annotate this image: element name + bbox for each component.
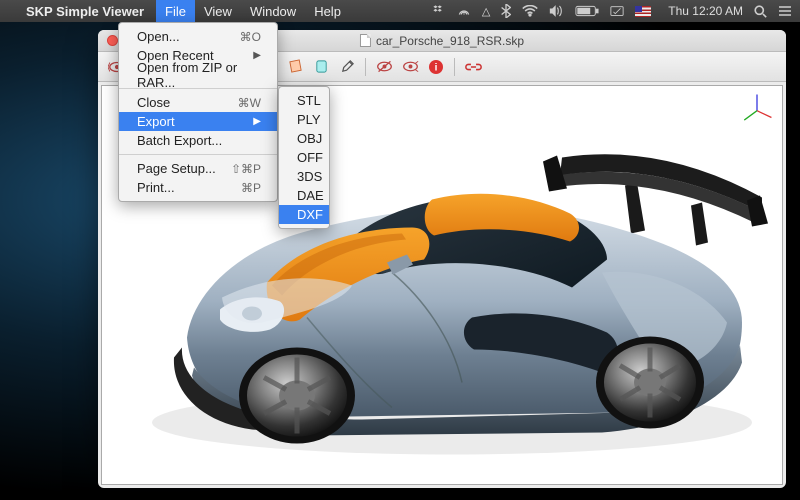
- file-menu-print[interactable]: Print...⌘P: [119, 178, 277, 197]
- flag-icon[interactable]: [635, 6, 651, 17]
- dropbox-icon[interactable]: [432, 4, 446, 18]
- battery-icon[interactable]: [575, 5, 599, 17]
- close-button[interactable]: [107, 35, 118, 46]
- mac-menubar: SKP Simple Viewer File View Window Help …: [0, 0, 800, 22]
- export-submenu: STL PLY OBJ OFF 3DS DAE DXF: [278, 86, 330, 229]
- color-icon[interactable]: [310, 56, 332, 78]
- document-icon: [360, 34, 371, 47]
- axis-gizmo: [740, 92, 774, 126]
- menu-separator: [119, 154, 277, 155]
- window-title: car_Porsche_918_RSR.skp: [360, 34, 524, 48]
- export-dxf[interactable]: DXF: [279, 205, 329, 224]
- volume-icon[interactable]: [549, 5, 564, 17]
- export-ply[interactable]: PLY: [279, 110, 329, 129]
- link-icon[interactable]: [462, 56, 484, 78]
- file-menu-open[interactable]: Open...⌘O: [119, 27, 277, 46]
- bluetooth-icon[interactable]: [501, 4, 511, 18]
- file-menu-export[interactable]: Export▶: [119, 112, 277, 131]
- input-icon[interactable]: [610, 5, 624, 17]
- menu-help[interactable]: Help: [305, 0, 350, 22]
- menu-view[interactable]: View: [195, 0, 241, 22]
- menu-window[interactable]: Window: [241, 0, 305, 22]
- app-name-label[interactable]: SKP Simple Viewer: [18, 4, 152, 19]
- window-title-label: car_Porsche_918_RSR.skp: [376, 34, 524, 48]
- sheet-icon[interactable]: [284, 56, 306, 78]
- edit-icon[interactable]: [336, 56, 358, 78]
- file-menu-open-zip[interactable]: Open from ZIP or RAR...: [119, 65, 277, 84]
- file-menu-dropdown: Open...⌘O Open Recent▶ Open from ZIP or …: [118, 22, 278, 202]
- file-menu-close[interactable]: Close⌘W: [119, 93, 277, 112]
- antenna-icon[interactable]: [457, 4, 471, 18]
- eye-off-icon[interactable]: [373, 56, 395, 78]
- export-stl[interactable]: STL: [279, 91, 329, 110]
- wifi-icon[interactable]: [522, 5, 538, 17]
- export-off[interactable]: OFF: [279, 148, 329, 167]
- export-dae[interactable]: DAE: [279, 186, 329, 205]
- export-3ds[interactable]: 3DS: [279, 167, 329, 186]
- clock-label[interactable]: Thu 12:20 AM: [668, 4, 743, 18]
- export-obj[interactable]: OBJ: [279, 129, 329, 148]
- search-icon[interactable]: [754, 5, 767, 18]
- menu-icon[interactable]: [778, 5, 792, 17]
- file-menu-batch-export[interactable]: Batch Export...: [119, 131, 277, 150]
- vis2-icon[interactable]: [399, 56, 421, 78]
- redcircle-icon[interactable]: i: [425, 56, 447, 78]
- status-area: △ Thu 12:20 AM: [432, 4, 792, 18]
- triangle-icon[interactable]: △: [482, 5, 490, 18]
- menu-file[interactable]: File: [156, 0, 195, 22]
- file-menu-page-setup[interactable]: Page Setup...⇧⌘P: [119, 159, 277, 178]
- svg-text:i: i: [435, 62, 438, 73]
